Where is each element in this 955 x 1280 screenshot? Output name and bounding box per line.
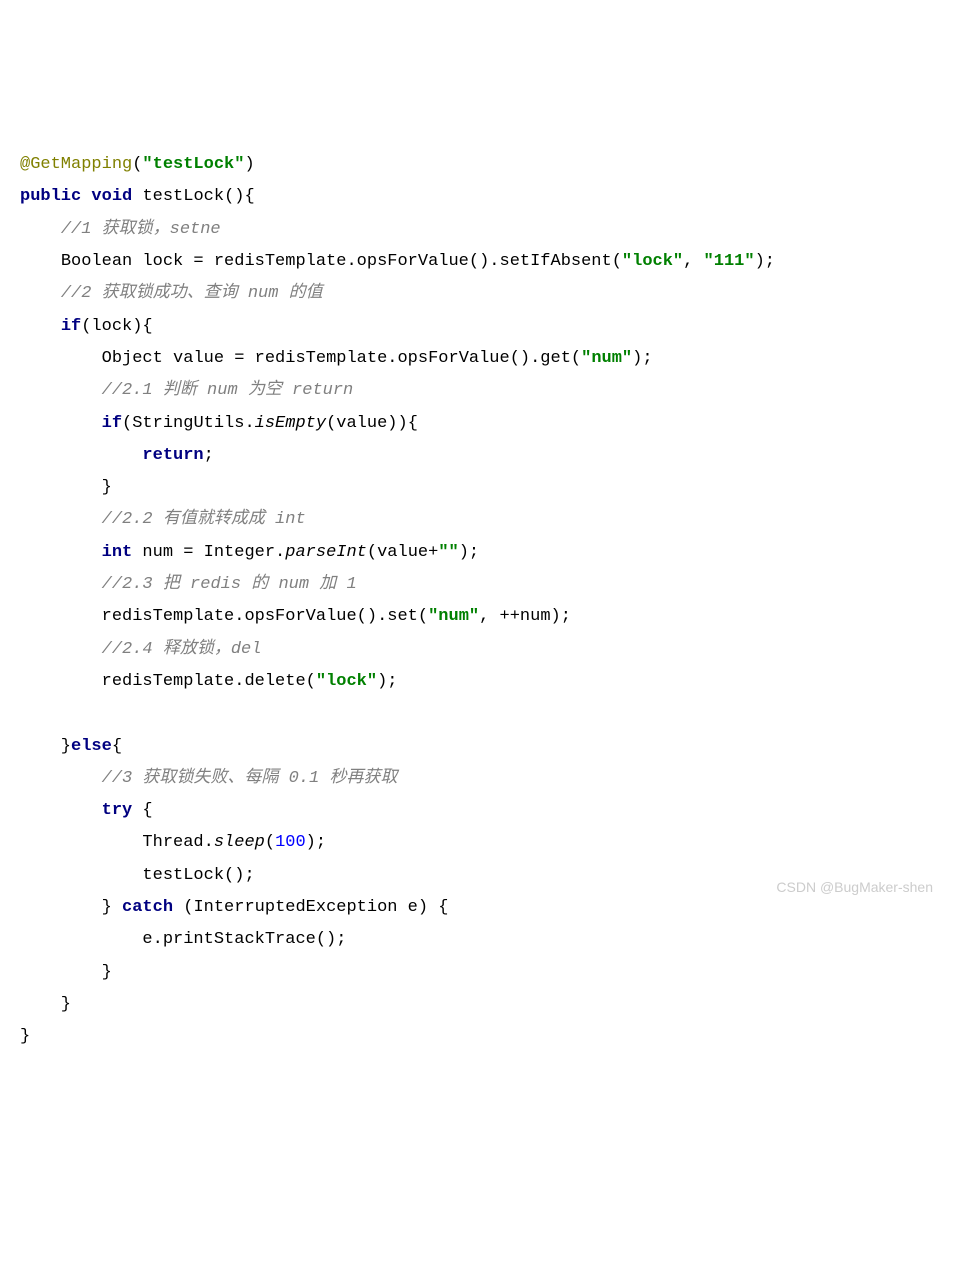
delete-pre: .delete( <box>234 672 316 691</box>
sleep: sleep <box>214 833 265 852</box>
thread-sleep-pre: Thread. <box>142 833 213 852</box>
comment-24: //2.4 释放锁，del <box>102 640 262 659</box>
comment-3: //3 获取锁失败、每隔 0.1 秒再获取 <box>102 769 398 788</box>
kw-void: void <box>91 187 132 206</box>
comment-21: //2.1 判断 num 为空 return <box>102 381 354 400</box>
comment-2: //2 获取锁成功、查询 num 的值 <box>61 284 323 303</box>
str-111: "111" <box>704 252 755 271</box>
kw-if-1: if <box>61 317 81 336</box>
method-name: testLock <box>142 187 224 206</box>
str-lock-1: "lock" <box>622 252 683 271</box>
code-snippet: @GetMapping("testLock") public void test… <box>20 149 935 1053</box>
kw-public: public <box>20 187 81 206</box>
kw-return: return <box>142 446 203 465</box>
if-cond: (lock){ <box>81 317 152 336</box>
annotation-value: "testLock" <box>142 155 244 174</box>
str-num-2: "num" <box>428 607 479 626</box>
kw-int: int <box>102 543 133 562</box>
parseInt: parseInt <box>285 543 367 562</box>
comment-23: //2.3 把 redis 的 num 加 1 <box>102 575 357 594</box>
str-num-1: "num" <box>581 349 632 368</box>
empty-str: "" <box>438 543 458 562</box>
kw-if-2: if <box>102 414 122 433</box>
stringutils: (StringUtils. <box>122 414 255 433</box>
set-tail: , ++num); <box>479 607 571 626</box>
catch-param: (InterruptedException e) { <box>173 898 448 917</box>
parseInt-pre: num = Integer. <box>132 543 285 562</box>
comment-22: //2.2 有值就转成成 int <box>102 510 306 529</box>
redis-template-2: redisTemplate <box>255 349 388 368</box>
redis-template-4: redisTemplate <box>102 672 235 691</box>
kw-else: else <box>71 737 112 756</box>
redis-template-1: redisTemplate <box>214 252 347 271</box>
isEmpty-tail: (value)){ <box>326 414 418 433</box>
value-decl: Object value = <box>102 349 255 368</box>
annotation-name: @GetMapping <box>20 155 132 174</box>
testLock-call: testLock(); <box>142 866 254 885</box>
ops-set: .opsForValue().set( <box>234 607 428 626</box>
kw-catch: catch <box>122 898 173 917</box>
watermark: CSDN @BugMaker-shen <box>776 874 933 901</box>
redis-template-3: redisTemplate <box>102 607 235 626</box>
lock-decl: Boolean lock = <box>61 252 214 271</box>
ops-get: .opsForValue().get( <box>387 349 581 368</box>
kw-try: try <box>102 801 133 820</box>
isEmpty: isEmpty <box>255 414 326 433</box>
comment-1: //1 获取锁，setne <box>61 220 221 239</box>
str-lock-2: "lock" <box>316 672 377 691</box>
ops-setifabsent: .opsForValue().setIfAbsent( <box>346 252 621 271</box>
num-100: 100 <box>275 833 306 852</box>
parseInt-tail: (value+ <box>367 543 438 562</box>
printstack: e.printStackTrace(); <box>142 930 346 949</box>
